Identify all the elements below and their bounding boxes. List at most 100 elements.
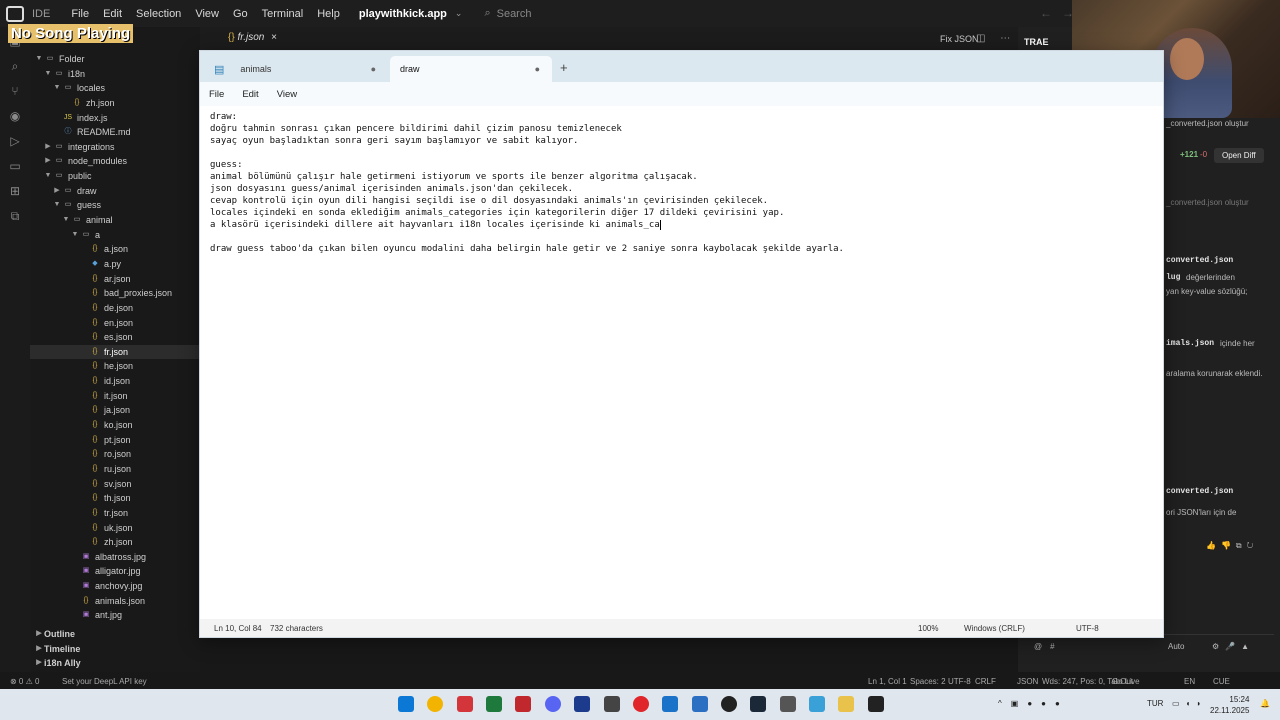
translate-icon[interactable]: ⧉ [0, 204, 30, 229]
unsaved-dot-icon[interactable]: ● [371, 64, 376, 74]
file-explorer-icon[interactable] [838, 696, 854, 712]
tree-folder[interactable]: ▶ ▭ integrations [30, 140, 200, 155]
ide-menu-terminal[interactable]: Terminal [255, 8, 311, 20]
tree-file[interactable]: ▣ anchovy.jpg [30, 579, 200, 594]
notification-icon[interactable]: 🔔 [1260, 699, 1270, 708]
discord-icon[interactable] [545, 696, 561, 712]
tree-folder[interactable]: ▶ ▭ draw [30, 184, 200, 199]
deepl-hint[interactable]: Set your DeepL API key [62, 677, 147, 686]
terminal-icon[interactable] [868, 696, 884, 712]
panel-i18n-ally[interactable]: ▶ i18n Ally [30, 656, 200, 671]
tree-file[interactable]: ◆ a.py [30, 257, 200, 272]
project-name[interactable]: playwithkick.app [359, 8, 447, 20]
tab-fr-json[interactable]: {} fr.json × [228, 32, 277, 43]
run-icon[interactable]: ▷ [0, 129, 30, 154]
tray-icons[interactable]: ^▣●●● [998, 699, 1069, 708]
tree-file[interactable]: {} uk.json [30, 521, 200, 536]
notepad-menu-edit[interactable]: Edit [242, 89, 276, 100]
new-tab-icon[interactable]: + [560, 60, 568, 75]
split-editor-icon[interactable]: ◫ ⋯ [976, 33, 1016, 44]
input-language[interactable]: TUR [1147, 699, 1163, 708]
status-spaces[interactable]: Spaces: 2 [910, 677, 946, 686]
app-icon[interactable] [780, 696, 796, 712]
tab-animals[interactable]: ▤ animals ● [204, 56, 388, 82]
tree-file[interactable]: {} zh.json [30, 96, 200, 111]
status-en[interactable]: EN [1184, 677, 1195, 686]
tree-file[interactable]: {} ja.json [30, 403, 200, 418]
tree-file[interactable]: ▣ ant.jpg [30, 608, 200, 623]
ide-menu-selection[interactable]: Selection [129, 8, 188, 20]
tree-file[interactable]: {} ar.json [30, 272, 200, 287]
obs-icon[interactable] [721, 696, 737, 712]
tree-file[interactable]: {} sv.json [30, 477, 200, 492]
notepad-text-area[interactable]: draw: doğru tahmin sonrası çıkan pencere … [210, 111, 1150, 611]
fix-json-button[interactable]: Fix JSON [940, 34, 979, 44]
line-ending[interactable]: Windows (CRLF) [964, 624, 1025, 633]
tree-file[interactable]: {} he.json [30, 359, 200, 374]
chevron-down-icon[interactable]: ⌄ [455, 8, 463, 19]
tree-file[interactable]: ⓘ README.md [30, 125, 200, 140]
feedback-icons[interactable]: 👍👎⧉↻ [1206, 541, 1258, 551]
panel-outline[interactable]: ▶ Outline [30, 627, 200, 642]
steam-icon[interactable] [750, 696, 766, 712]
zoom-level[interactable]: 100% [918, 624, 938, 633]
tree-folder[interactable]: ▼ ▭ Folder [30, 52, 200, 67]
tree-file[interactable]: {} id.json [30, 374, 200, 389]
notepad-menu-file[interactable]: File [209, 89, 242, 100]
tree-file[interactable]: {} en.json [30, 316, 200, 331]
record-icon[interactable] [633, 696, 649, 712]
status-eol[interactable]: CRLF [975, 677, 996, 686]
source-control-icon[interactable]: ⑂ [0, 79, 30, 104]
app-icon[interactable] [604, 696, 620, 712]
tree-folder[interactable]: ▼ ▭ guess [30, 198, 200, 213]
panel-timeline[interactable]: ▶ Timeline [30, 642, 200, 657]
ide-menu-file[interactable]: File [64, 8, 96, 20]
chrome-icon[interactable] [427, 696, 443, 712]
tree-file[interactable]: {} zh.json [30, 535, 200, 550]
tree-file[interactable]: ▣ albatross.jpg [30, 550, 200, 565]
tree-file[interactable]: JS index.js [30, 111, 200, 126]
close-icon[interactable]: × [271, 32, 277, 43]
tree-folder[interactable]: ▼ ▭ i18n [30, 67, 200, 82]
app-icon[interactable] [574, 696, 590, 712]
remote-icon[interactable]: ▭ [0, 154, 30, 179]
tree-file[interactable]: {} de.json [30, 301, 200, 316]
tree-file[interactable]: {} ru.json [30, 462, 200, 477]
tree-file[interactable]: {} th.json [30, 491, 200, 506]
tree-file[interactable]: {} ro.json [30, 447, 200, 462]
tree-file[interactable]: {} es.json [30, 330, 200, 345]
encoding[interactable]: UTF-8 [1076, 624, 1099, 633]
tree-file[interactable]: ▣ alligator.jpg [30, 564, 200, 579]
tree-file[interactable]: {} pt.json [30, 433, 200, 448]
eye-icon[interactable]: ◉ [0, 104, 30, 129]
ide-menu-edit[interactable]: Edit [96, 8, 129, 20]
system-clock[interactable]: 15:24 22.11.2025 [1210, 694, 1249, 716]
tree-folder[interactable]: ▼ ▭ a [30, 228, 200, 243]
terminal-app-icon[interactable] [486, 696, 502, 712]
search-activity-icon[interactable]: ⌕ [0, 54, 30, 79]
status-encoding[interactable]: UTF-8 [948, 677, 971, 686]
status-cue[interactable]: CUE [1213, 677, 1230, 686]
extensions-icon[interactable]: ⊞ [0, 179, 30, 204]
tree-folder[interactable]: ▼ ▭ public [30, 169, 200, 184]
mention-icon[interactable]: @# [1034, 642, 1063, 651]
tree-file[interactable]: {} it.json [30, 389, 200, 404]
model-select[interactable]: Auto [1168, 642, 1184, 651]
ide-menu-help[interactable]: Help [310, 8, 347, 20]
status-language[interactable]: JSON [1017, 677, 1038, 686]
tree-folder[interactable]: ▼ ▭ locales [30, 81, 200, 96]
unsaved-dot-icon[interactable]: ● [535, 64, 540, 74]
start-icon[interactable] [398, 696, 414, 712]
tab-draw[interactable]: draw ● [390, 56, 552, 82]
problems-count[interactable]: ⊗ 0 ⚠ 0 [10, 677, 39, 686]
filezilla-icon[interactable] [515, 696, 531, 712]
open-diff-button[interactable]: Open Diff [1214, 148, 1264, 163]
notepad-taskbar-icon[interactable] [809, 696, 825, 712]
ide-menu-go[interactable]: Go [226, 8, 255, 20]
tree-file[interactable]: {} fr.json [30, 344, 200, 360]
notepad-menu-view[interactable]: View [277, 89, 315, 100]
tree-folder[interactable]: ▼ ▭ animal [30, 213, 200, 228]
tree-file[interactable]: {} ko.json [30, 418, 200, 433]
vivaldi-icon[interactable] [457, 696, 473, 712]
go-live[interactable]: Go Live [1112, 677, 1140, 686]
